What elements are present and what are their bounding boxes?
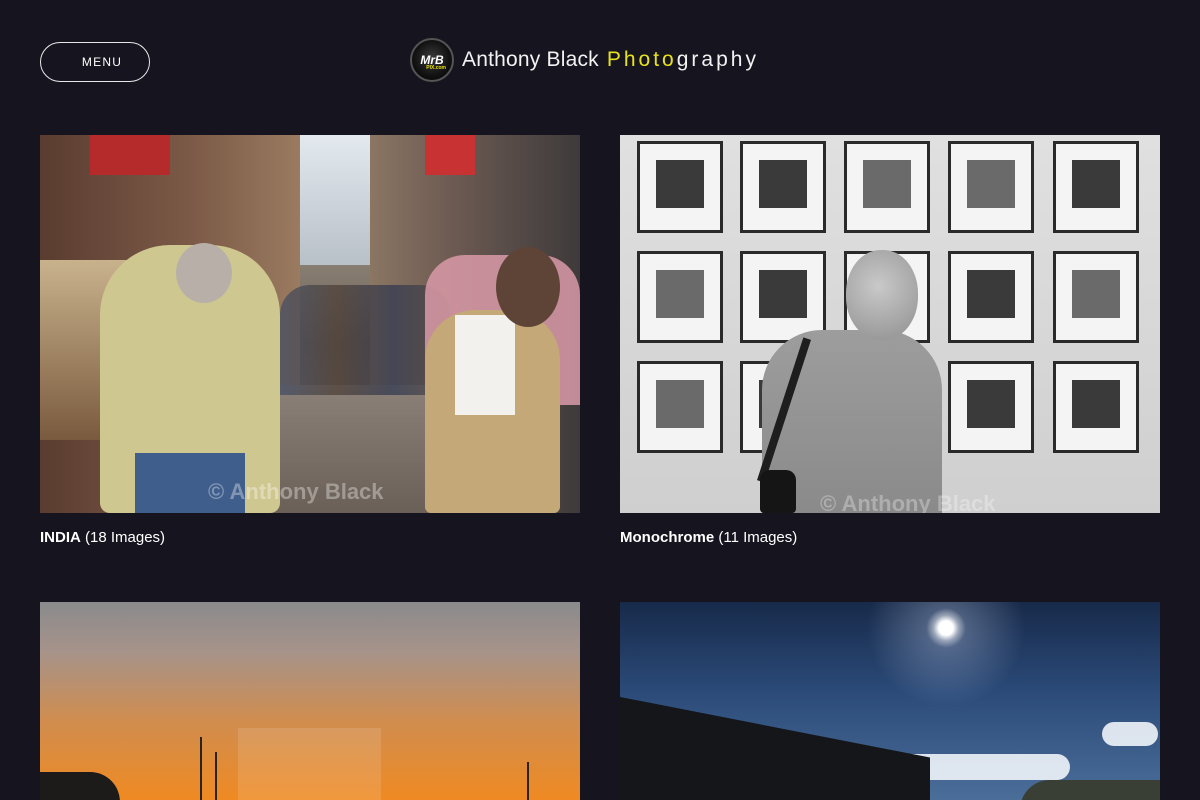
gallery-caption: INDIA (18 Images) [40,529,580,546]
gallery-card-monochrome[interactable]: © Anthony Black Monochrome (11 Images) [620,135,1160,546]
gallery-thumbnail[interactable] [40,602,580,800]
gallery-caption: Monochrome (11 Images) [620,529,1160,546]
gallery-title: INDIA [40,529,81,546]
watermark-logo [238,728,381,800]
gallery-count: (18 Images) [85,529,166,546]
brand-photography: Photography [606,48,759,71]
menu-button[interactable]: MENU [40,42,150,82]
watermark: © Anthony Black [820,491,996,513]
gallery-count: (11 Images) [718,529,798,546]
gallery-thumbnail[interactable] [620,602,1160,800]
gallery-card-india[interactable]: © Anthony Black INDIA (18 Images) [40,135,580,546]
gallery-card-night[interactable] [620,602,1160,800]
menu-button-label: MENU [81,55,123,69]
gallery-title: Monochrome [620,529,715,546]
logo-badge-icon: MrB PIX.com [410,38,454,82]
gallery-card-sunset[interactable] [40,602,580,800]
gallery-thumbnail[interactable]: © Anthony Black [620,135,1160,513]
gallery-thumbnail[interactable]: © Anthony Black [40,135,580,513]
site-logo[interactable]: MrB PIX.com Anthony Black Photography [410,37,759,83]
brand-name: Anthony Black [462,48,599,71]
watermark: © Anthony Black [208,479,384,504]
